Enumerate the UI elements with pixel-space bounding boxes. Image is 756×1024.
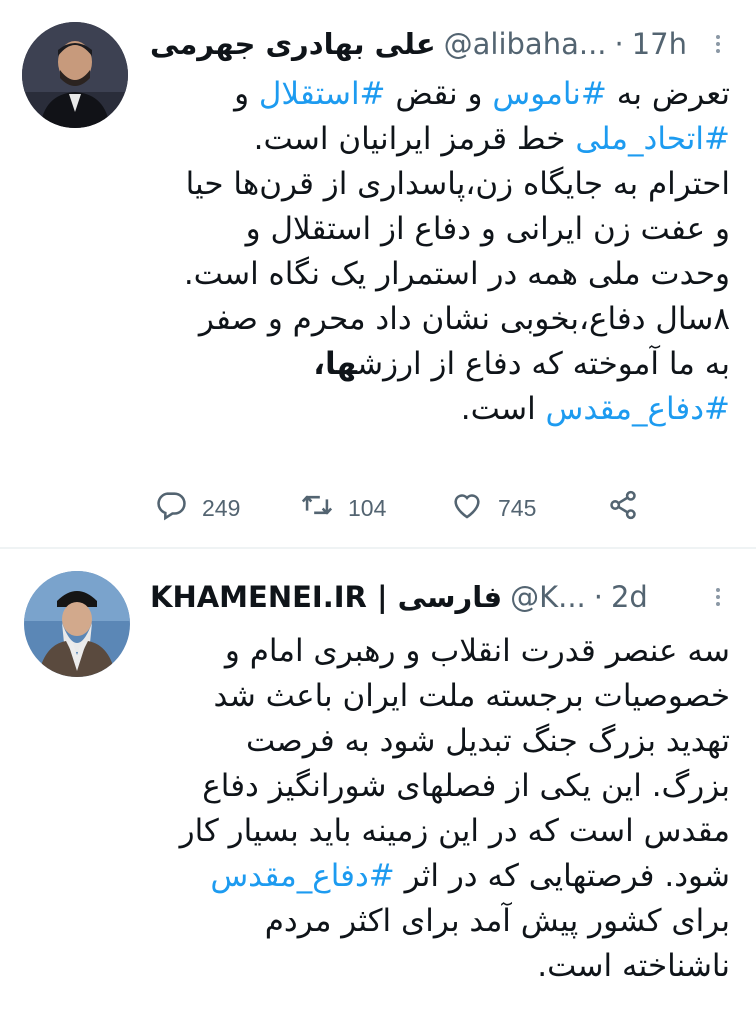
- tweet-text-segment: بزرگ. این یکی از فصلهای شورانگیز دفاع: [202, 768, 730, 804]
- tweet-header: علی بهادری جهرمی @alibaha... · 17h: [150, 24, 728, 64]
- author-name[interactable]: علی بهادری جهرمی: [150, 27, 436, 61]
- retweet-button[interactable]: 104: [300, 488, 386, 528]
- tweet-timestamp[interactable]: 2d: [611, 580, 648, 614]
- retweet-count: 104: [348, 494, 387, 521]
- tweet-text-line: تهدید بزرگ جنگ تبدیل شود به فرصت: [150, 719, 730, 764]
- separator-dot: ·: [593, 580, 603, 614]
- tweet-text-segment: ۸سال دفاع،بخوبی نشان داد محرم و صفر: [198, 301, 730, 337]
- tweet-text-segment: است.: [460, 391, 546, 427]
- tweet-text-line: تعرض به #ناموس و نقض #استقلال و: [150, 72, 730, 117]
- tweet[interactable]: علی بهادری جهرمی @alibaha... · 17h تعرض …: [0, 0, 756, 548]
- tweet-header: KHAMENEI.IR | فارسی @K... · 2d: [150, 577, 728, 617]
- tweet-text-segment: سه عنصر قدرت انقلاب و رهبری امام و: [224, 633, 730, 669]
- tweet-text-line: مقدس است که در این زمینه باید بسیار کار: [150, 809, 730, 854]
- share-button[interactable]: [606, 488, 640, 528]
- separator-dot: ·: [614, 27, 624, 61]
- tweet-text-line: وحدت ملی همه در استمرار یک نگاه است.: [150, 252, 730, 297]
- hashtag-link[interactable]: #اتحاد_ملی: [575, 121, 730, 157]
- tweet[interactable]: KHAMENEI.IR | فارسی @K... · 2d سه عنصر ق…: [0, 549, 756, 1024]
- tweet-text-line: خصوصیات برجسته ملت ایران باعث شد: [150, 674, 730, 719]
- tweet-text-line: ۸سال دفاع،بخوبی نشان داد محرم و صفر: [150, 297, 730, 342]
- hashtag-link[interactable]: #دفاع_مقدس: [546, 391, 730, 427]
- tweet-text-line: سه عنصر قدرت انقلاب و رهبری امام و: [150, 629, 730, 674]
- tweet-text-segment: به ما آموخته که دفاع از ارزش: [357, 346, 730, 382]
- tweet-timestamp[interactable]: 17h: [632, 27, 687, 61]
- tweet-text-segment: تعرض به: [606, 76, 730, 112]
- tweet-text-line: به ما آموخته که دفاع از ارزشها،: [150, 342, 730, 387]
- tweet-text-line: #دفاع_مقدس است.: [150, 387, 730, 432]
- reply-button[interactable]: 249: [154, 488, 240, 528]
- tweet-text-line: برای کشور پیش آمد برای اکثر مردم: [150, 899, 730, 944]
- tweet-text-segment: خط قرمز ایرانیان است.: [253, 121, 576, 157]
- tweet-text-line: بزرگ. این یکی از فصلهای شورانگیز دفاع: [150, 764, 730, 809]
- tweet-text-segment: مقدس است که در این زمینه باید بسیار کار: [179, 813, 730, 849]
- like-button[interactable]: 745: [450, 488, 536, 528]
- hashtag-link[interactable]: #ناموس: [492, 76, 607, 112]
- tweet-actions: 249 104 745: [150, 488, 650, 528]
- hashtag-link[interactable]: #دفاع_مقدس: [210, 858, 394, 894]
- share-icon: [606, 488, 640, 528]
- more-icon[interactable]: [706, 32, 730, 56]
- tweet-text-segment: و: [234, 76, 259, 112]
- tweet-text-line: احترام به جایگاه زن،پاسداری از قرن‌ها حی…: [150, 162, 730, 207]
- tweet-text-line: و عفت زن ایرانی و دفاع از استقلال و: [150, 207, 730, 252]
- tweet-text-segment: تهدید بزرگ جنگ تبدیل شود به فرصت: [245, 723, 730, 759]
- tweet-text-line: ناشناخته است.: [150, 944, 730, 989]
- tweet-text-line: #اتحاد_ملی خط قرمز ایرانیان است.: [150, 117, 730, 162]
- tweet-text-segment: خصوصیات برجسته ملت ایران باعث شد: [213, 678, 730, 714]
- like-icon: [450, 488, 484, 528]
- author-handle[interactable]: @K...: [510, 580, 586, 614]
- tweet-text-segment: شود. فرصتهایی که در اثر: [394, 858, 730, 894]
- retweet-icon: [300, 488, 334, 528]
- tweet-text: تعرض به #ناموس و نقض #استقلال و #اتحاد_مل…: [150, 72, 730, 432]
- reply-icon: [154, 488, 188, 528]
- avatar[interactable]: [24, 571, 130, 677]
- tweet-text-line: شود. فرصتهایی که در اثر #دفاع_مقدس: [150, 854, 730, 899]
- more-icon[interactable]: [706, 585, 730, 609]
- avatar[interactable]: [22, 22, 128, 128]
- tweet-text-segment: و نقض: [385, 76, 493, 112]
- tweet-text-segment: برای کشور پیش آمد برای اکثر مردم: [264, 903, 730, 939]
- tweet-text: سه عنصر قدرت انقلاب و رهبری امام و خصوصیا…: [150, 629, 730, 989]
- tweet-text-segment: وحدت ملی همه در استمرار یک نگاه است.: [183, 256, 730, 292]
- like-count: 745: [498, 494, 537, 521]
- hashtag-link[interactable]: #استقلال: [259, 76, 386, 112]
- tweet-text-segment: احترام به جایگاه زن،پاسداری از قرن‌ها حی…: [185, 166, 730, 202]
- author-name[interactable]: KHAMENEI.IR | فارسی: [150, 580, 502, 614]
- author-handle[interactable]: @alibaha...: [444, 27, 607, 61]
- tweet-text-segment: ناشناخته است.: [537, 948, 730, 984]
- reply-count: 249: [202, 494, 241, 521]
- tweet-text-segment: و عفت زن ایرانی و دفاع از استقلال و: [245, 211, 730, 247]
- tweet-text-segment: ها،: [313, 346, 358, 382]
